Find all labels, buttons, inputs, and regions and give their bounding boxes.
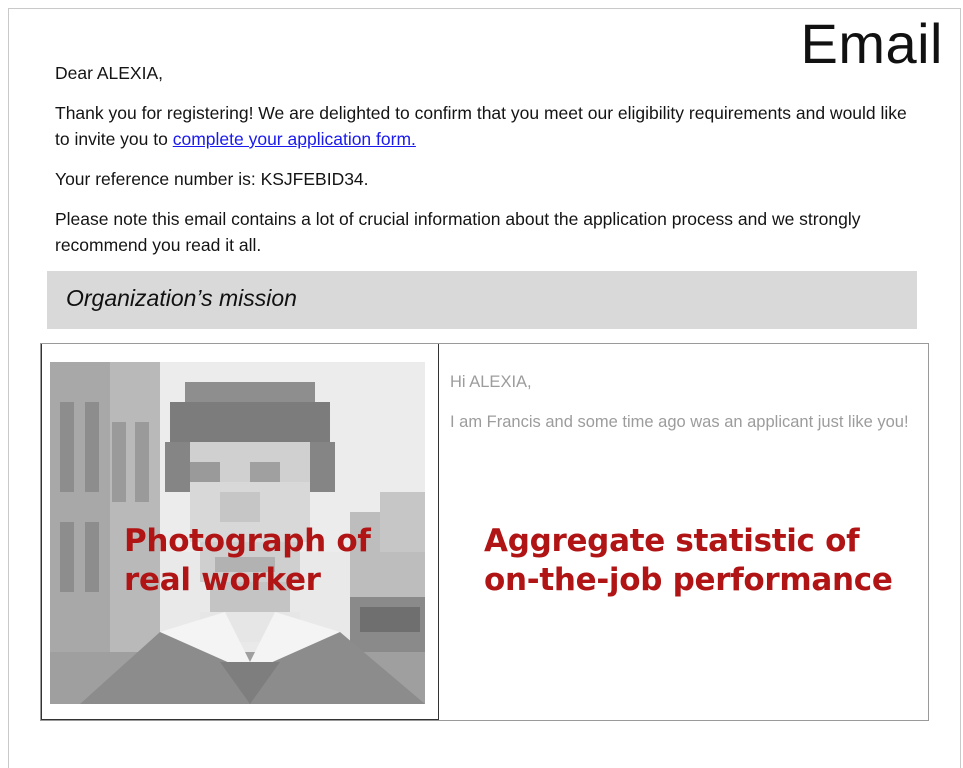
email-body: Dear ALEXIA, Thank you for registering! … [55,60,925,272]
reference-number: Your reference number is: KSJFEBID34. [55,169,369,189]
application-form-link[interactable]: complete your application form. [173,129,416,149]
invitation-paragraph: Thank you for registering! We are deligh… [55,100,925,152]
worker-testimonial-card: Hi ALEXIA, I am Francis and some time ag… [40,343,929,721]
message-body: I am Francis and some time ago was an ap… [450,413,909,431]
statistic-annotation-label: Aggregate statistic of on-the-job perfor… [484,523,893,598]
mission-section-header: Organization’s mission [47,271,917,329]
greeting: Dear ALEXIA, [55,63,163,83]
notice-paragraph: Please note this email contains a lot of… [55,209,861,255]
testimonial-message: Hi ALEXIA, I am Francis and some time ag… [450,369,920,449]
message-greeting: Hi ALEXIA, [450,373,532,391]
photo-annotation-label: Photograph of real worker [124,523,371,598]
mission-heading: Organization’s mission [66,285,297,311]
